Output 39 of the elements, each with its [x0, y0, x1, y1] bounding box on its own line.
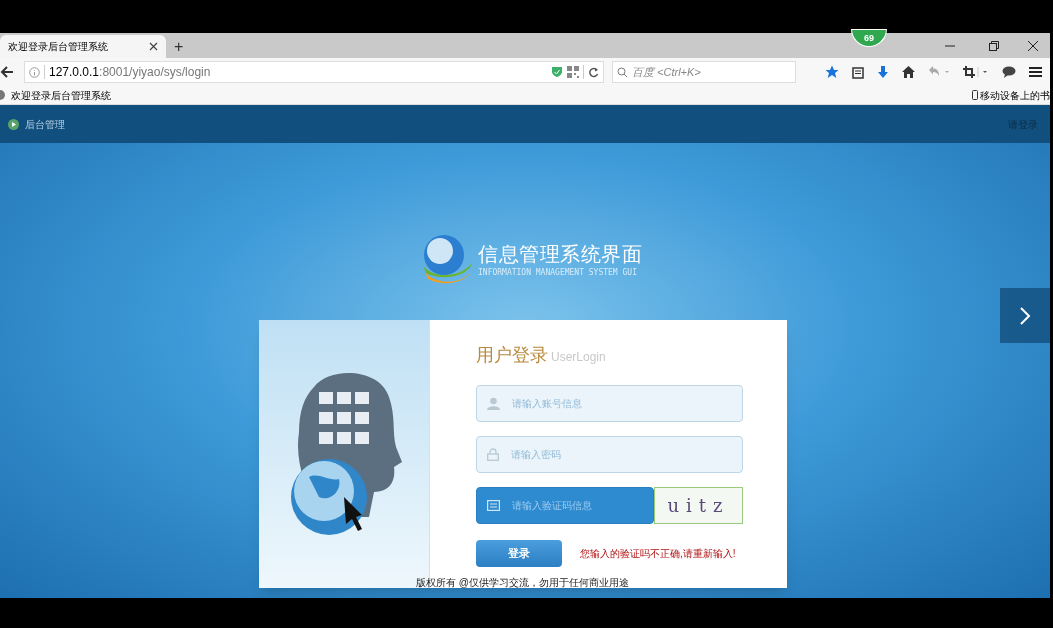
search-field[interactable]: 百度 <Ctrl+K> [612, 61, 796, 83]
home-icon[interactable] [902, 66, 915, 78]
error-message: 您输入的验证吗不正确,请重新输入! [580, 547, 736, 561]
chat-icon[interactable] [1002, 66, 1016, 78]
copyright-text: 版权所有 @仅供学习交流，勿用于任何商业用途 [416, 576, 629, 590]
phone-icon [972, 90, 978, 100]
user-icon [487, 397, 500, 410]
new-tab-button[interactable]: + [174, 36, 184, 58]
mobile-bookmarks[interactable]: 移动设备上的书 [972, 87, 1050, 103]
play-icon [8, 118, 19, 130]
star-icon[interactable] [825, 65, 839, 79]
count-badge: 69 [851, 29, 887, 47]
search-icon [617, 66, 628, 78]
menu-icon[interactable] [1029, 66, 1042, 78]
tab-title: 欢迎登录后台管理系统 [8, 40, 109, 54]
url-text: 127.0.0.1:8001/yiyao/sys/login [49, 64, 211, 81]
info-icon [29, 66, 40, 78]
bookmark-item[interactable]: 欢迎登录后台管理系统 [0, 87, 111, 103]
qr-code-icon[interactable] [567, 66, 579, 78]
download-icon[interactable] [877, 65, 889, 79]
address-bar[interactable]: 127.0.0.1:8001/yiyao/sys/login [24, 61, 604, 83]
crop-icon[interactable] [963, 66, 989, 78]
lock-icon [487, 448, 499, 461]
captcha-image[interactable]: uitz [654, 487, 743, 524]
reload-icon[interactable] [588, 66, 599, 78]
header-title: 后台管理 [25, 117, 65, 132]
logo-title: 信息管理系统界面 [478, 241, 642, 267]
browser-tab[interactable]: 欢迎登录后台管理系统 [0, 35, 166, 58]
restore-icon[interactable] [989, 40, 999, 51]
globe-icon [0, 90, 7, 100]
close-icon[interactable] [1028, 40, 1038, 51]
shield-icon [551, 66, 563, 78]
keyboard-icon [487, 500, 500, 511]
back-icon[interactable] [0, 64, 16, 80]
logo-subtitle: INFORMATION MANAGEMENT SYSTEM GUI [478, 266, 638, 279]
chevron-right-icon [1019, 305, 1031, 326]
login-heading: 用户登录 [476, 344, 548, 367]
close-icon[interactable] [149, 42, 158, 51]
clipboard-icon[interactable] [852, 65, 864, 79]
